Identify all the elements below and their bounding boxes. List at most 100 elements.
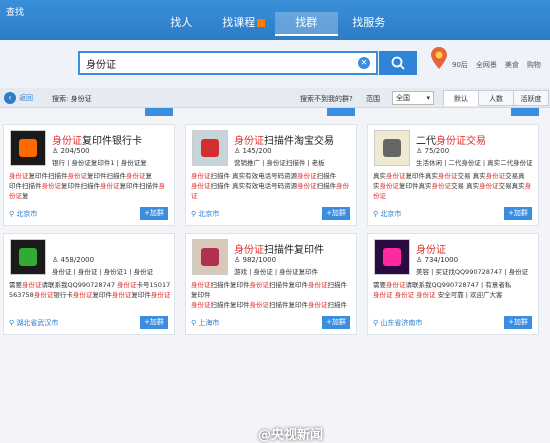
join-group-button[interactable]: +加群 xyxy=(140,207,168,220)
query-highlight: 身份证 xyxy=(191,182,211,190)
group-tags: 银行 | 身份证复印件1 | 身份证复 xyxy=(52,159,147,167)
group-title[interactable]: 身份证扫描件淘宝交易 xyxy=(234,132,334,147)
clear-icon[interactable]: ✕ xyxy=(358,57,370,69)
group-card[interactable]: 身份证扫描件淘宝交易 ♙ 145/200 营销推广 | 身份证扫描件 | 老板 身份证… xyxy=(185,124,357,226)
query-highlight: 身份证 xyxy=(485,172,506,180)
group-card[interactable]: 二代身份证交易 ♙ 75/200 生活休闲 | 二代身份证 | 真实二代身份证真实身… xyxy=(367,124,539,226)
people-icon: ♙ xyxy=(52,147,61,155)
group-location: ⚲ 北京市 xyxy=(373,209,401,219)
group-card[interactable]: 身份证 ♙ 734/1000 美容 | 买证找QQ990728747 | 身份证 需要… xyxy=(367,233,539,335)
title-bar: 查找 找人 找课程 找群 找服务 xyxy=(0,0,550,40)
query-highlight: 身份证 xyxy=(386,172,406,180)
group-title[interactable]: 身份证扫描件复印件 xyxy=(234,241,324,256)
range-select[interactable]: 全国 xyxy=(392,91,434,105)
query-highlight: 身份证 xyxy=(249,281,270,289)
query-highlight: 身份证 xyxy=(191,281,211,289)
tab-find-service[interactable]: 找服务 xyxy=(338,12,401,36)
sort-tab-members[interactable]: 人数 xyxy=(478,90,514,106)
group-card[interactable]: ♙ 458/2000 身份证 | 身份证 | 身份证1 | 身份证 需要身份证请联系… xyxy=(3,233,175,335)
join-group-button[interactable]: +加群 xyxy=(322,316,350,329)
search-query[interactable]: 身份证 xyxy=(86,56,116,71)
group-avatar-icon[interactable] xyxy=(192,239,228,275)
member-count: ♙ 734/1000 xyxy=(416,256,458,264)
group-description: 身份证复印件扫描件身份证复印件扫描件身份证复 印件扫描件身份证复印件扫描件身份证复… xyxy=(9,171,171,201)
group-avatar-icon[interactable] xyxy=(10,130,46,166)
group-card[interactable]: 身份证扫描件复印件 ♙ 982/1000 游戏 | 身份证 | 身份证复印件 身份证扫… xyxy=(185,233,357,335)
group-title[interactable]: 身份证 xyxy=(416,241,446,256)
group-title-highlight: 身份证 xyxy=(234,136,264,147)
watermark: @央视新闻 xyxy=(258,428,324,443)
query-highlight: 身份证 xyxy=(117,281,137,289)
query-highlight: 身份证 xyxy=(394,291,415,299)
join-group-button[interactable]: +加群 xyxy=(504,316,532,329)
description-line: 需要身份证请联系我QQ990728747 身份证卡号15017 xyxy=(9,281,171,289)
not-found-link[interactable]: 搜索不到我的群? xyxy=(300,94,353,104)
query-highlight: 身份证 xyxy=(126,172,146,180)
group-tags: 生活休闲 | 二代身份证 | 真实二代身份证 xyxy=(416,159,533,167)
query-highlight: 身份证 xyxy=(33,291,54,299)
back-button[interactable]: ‹ 返回 xyxy=(4,91,33,105)
group-title-rest: 扫描件复印件 xyxy=(264,245,324,256)
group-description: 需要身份证请联系我QQ990728747 | 有意者私 身份证 身份证 身份证 安… xyxy=(373,280,535,310)
search-button[interactable] xyxy=(379,51,417,75)
group-location: ⚲ 山东省济南市 xyxy=(373,318,422,328)
query-highlight: 身份证 xyxy=(249,301,270,309)
group-title[interactable]: 身份证复印件银行卡 xyxy=(52,132,142,147)
group-description: 身份证扫描件 真实有效电话号码资源身份证扫描件 身份证扫描件 真实有效电话号码资源… xyxy=(191,171,353,201)
quick-links: 90后 全网景 美食 购物 xyxy=(452,60,541,70)
group-card[interactable]: 身份证复印件银行卡 ♙ 204/500 银行 | 身份证复印件1 | 身份证复 身份证… xyxy=(3,124,175,226)
query-highlight: 身份证 xyxy=(297,182,317,190)
quick-link[interactable]: 全网景 xyxy=(476,60,497,70)
group-avatar-icon[interactable] xyxy=(374,130,410,166)
member-count: ♙ 982/1000 xyxy=(234,256,276,264)
join-button[interactable] xyxy=(511,108,539,116)
join-group-button[interactable]: +加群 xyxy=(504,207,532,220)
query-highlight: 身份证 xyxy=(67,172,88,180)
tab-find-people[interactable]: 找人 xyxy=(150,12,213,36)
join-group-button[interactable]: +加群 xyxy=(322,207,350,220)
join-button[interactable] xyxy=(327,108,355,116)
description-line: 印件扫描件身份证复印件扫描件身份证复印件扫描件身份证复 xyxy=(9,182,165,200)
sort-tab-default[interactable]: 默认 xyxy=(443,90,479,106)
tab-find-group[interactable]: 找群 xyxy=(275,12,338,36)
member-count: ♙ 145/200 xyxy=(234,147,272,155)
query-highlight: 身份证 xyxy=(386,281,406,289)
quick-link[interactable]: 购物 xyxy=(527,60,541,70)
join-button[interactable] xyxy=(145,108,173,116)
sort-tab-activity[interactable]: 活跃度 xyxy=(513,90,549,106)
map-pin-icon[interactable] xyxy=(430,46,448,70)
group-description: 真实身份证复印件真实身份证交易 真实身份证交易真 实身份证复印件真实身份证交易 真… xyxy=(373,171,535,201)
query-highlight: 身份证 xyxy=(438,172,458,180)
people-icon: ♙ xyxy=(416,147,425,155)
group-avatar-icon[interactable] xyxy=(192,130,228,166)
location-value: 上海市 xyxy=(198,319,220,327)
people-icon: ♙ xyxy=(416,256,425,264)
member-count: ♙ 458/2000 xyxy=(52,256,94,264)
hot-badge-icon xyxy=(257,19,266,27)
quick-link[interactable]: 美食 xyxy=(505,60,519,70)
query-highlight: 身份证 xyxy=(308,281,328,289)
people-icon: ♙ xyxy=(52,256,61,264)
location-value: 北京市 xyxy=(198,210,220,218)
group-avatar-icon[interactable] xyxy=(10,239,46,275)
description-line: 需要身份证请联系我QQ990728747 | 有意者私 xyxy=(373,281,512,289)
quick-link[interactable]: 90后 xyxy=(452,60,468,70)
query-highlight: 身份证 xyxy=(308,301,328,309)
group-avatar-icon[interactable] xyxy=(374,239,410,275)
query-highlight: 身份证 xyxy=(111,291,132,299)
query-highlight: 身份证 xyxy=(191,172,211,180)
previous-row-strip xyxy=(0,108,550,122)
location-value: 湖北省武汉市 xyxy=(16,319,59,327)
member-count: ♙ 75/200 xyxy=(416,147,449,155)
tab-find-course[interactable]: 找课程 xyxy=(213,12,276,36)
description-line: 身份证扫描件 真实有效电话号码资源身份证扫描件身份证 xyxy=(191,182,350,200)
member-count-value: 145/200 xyxy=(242,147,272,155)
group-location: ⚲ 北京市 xyxy=(191,209,219,219)
group-tags: 游戏 | 身份证 | 身份证复印件 xyxy=(234,268,319,276)
group-location: ⚲ 湖北省武汉市 xyxy=(9,318,58,328)
query-highlight: 身份证 xyxy=(373,291,393,299)
search-input[interactable]: 身份证 ✕ xyxy=(78,51,378,75)
join-group-button[interactable]: +加群 xyxy=(140,316,168,329)
group-title[interactable]: 二代身份证交易 xyxy=(416,132,486,147)
search-area: 身份证 ✕ 90后 全网景 美食 购物 xyxy=(0,40,550,88)
